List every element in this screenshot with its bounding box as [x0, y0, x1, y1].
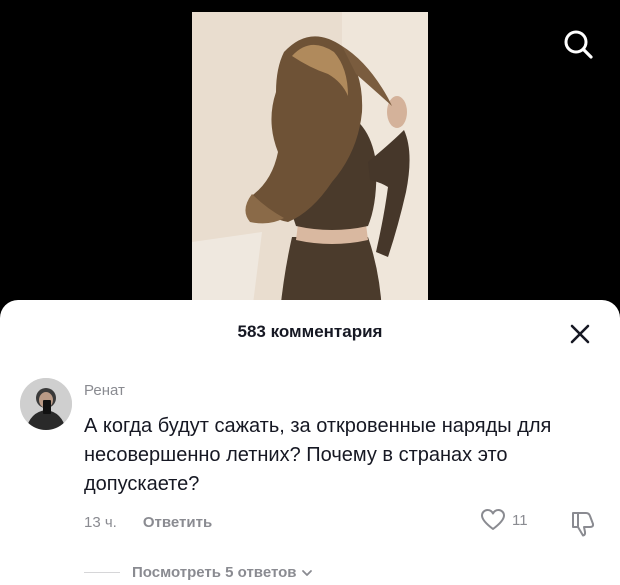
comment-meta: 13 ч. Ответить — [84, 514, 212, 531]
like-button[interactable]: 11 — [480, 508, 528, 532]
reply-button[interactable]: Ответить — [143, 514, 212, 531]
like-count: 11 — [512, 511, 528, 529]
video-image — [192, 12, 428, 312]
comments-sheet: 583 комментария Ренат А когда будут сажа… — [0, 300, 620, 585]
chevron-down-icon — [301, 569, 312, 576]
replies-divider — [84, 572, 120, 573]
comment-author[interactable]: Ренат — [84, 382, 125, 399]
view-replies-label: Посмотреть 5 ответов — [132, 564, 297, 581]
dislike-button[interactable] — [568, 508, 598, 538]
close-button[interactable] — [562, 316, 598, 352]
search-button[interactable] — [556, 22, 600, 66]
avatar[interactable] — [20, 378, 72, 430]
thumbs-down-icon — [572, 512, 595, 537]
video-thumbnail[interactable] — [192, 12, 428, 312]
video-area[interactable] — [0, 0, 620, 320]
heart-icon — [481, 509, 505, 530]
comment-text: А когда будут сажать, за откровенные нар… — [84, 415, 552, 495]
view-replies-button[interactable]: Посмотреть 5 ответов — [132, 564, 313, 581]
comments-count-title: 583 комментария — [237, 322, 383, 341]
close-icon — [570, 324, 590, 344]
avatar-image — [20, 378, 72, 430]
search-icon — [564, 30, 593, 59]
comment-time: 13 ч. — [84, 514, 117, 531]
